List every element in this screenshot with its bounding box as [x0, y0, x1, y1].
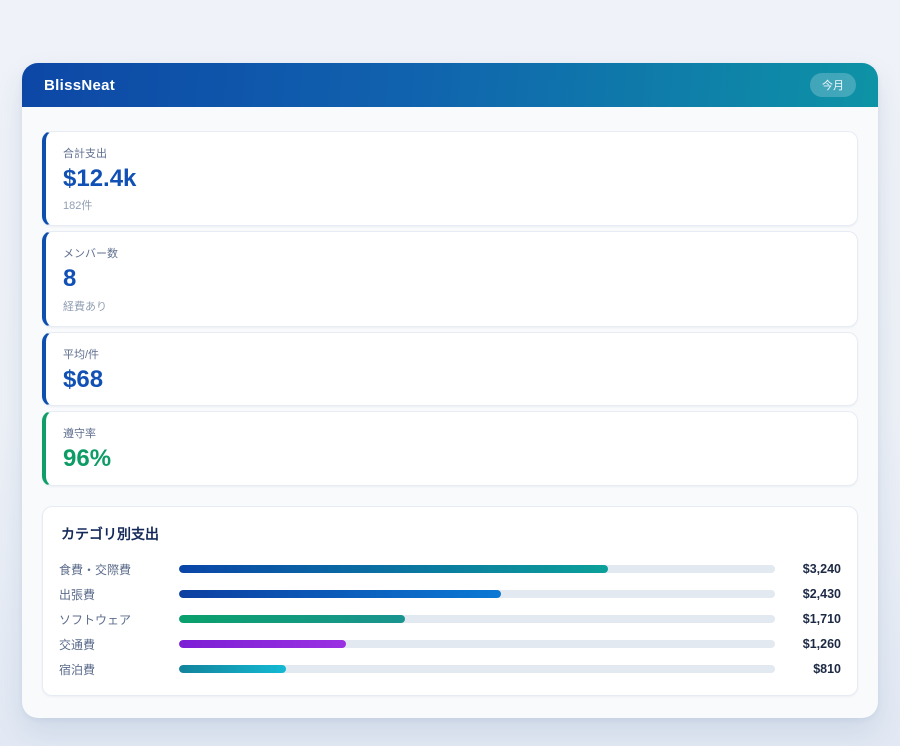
category-bar-fill: [179, 640, 346, 648]
category-value: $810: [785, 662, 841, 676]
category-row: 出張費 $2,430: [59, 582, 841, 607]
category-bar-fill: [179, 590, 501, 598]
category-bar-fill: [179, 565, 608, 573]
stat-card: 遵守率 96%: [42, 411, 858, 485]
stat-value: 8: [63, 266, 840, 292]
category-bar-track: [179, 615, 775, 623]
category-row: ソフトウェア $1,710: [59, 607, 841, 632]
category-spend-card: カテゴリ別支出 食費・交際費 $3,240 出張費 $2,430 ソフトウェア …: [42, 506, 858, 696]
app-header: BlissNeat 今月: [22, 63, 878, 107]
category-bar-track: [179, 565, 775, 573]
category-bar-fill: [179, 615, 405, 623]
app-title: BlissNeat: [44, 77, 115, 94]
stat-sub: 182件: [63, 197, 840, 213]
category-value: $3,240: [785, 562, 841, 576]
category-bar-fill: [179, 665, 286, 673]
category-bar-track: [179, 590, 775, 598]
stat-label: 遵守率: [63, 425, 840, 441]
stat-card: 合計支出 $12.4k 182件: [42, 131, 858, 226]
period-badge[interactable]: 今月: [810, 73, 856, 97]
category-row: 交通費 $1,260: [59, 632, 841, 657]
category-row-list: 食費・交際費 $3,240 出張費 $2,430 ソフトウェア $1,710 交…: [59, 557, 841, 682]
category-bar-track: [179, 640, 775, 648]
category-value: $1,710: [785, 612, 841, 626]
stat-value: 96%: [63, 446, 840, 472]
stat-label: メンバー数: [63, 245, 840, 261]
dashboard-content: 合計支出 $12.4k 182件 メンバー数 8 経費あり 平均/件 $68 遵…: [22, 107, 878, 718]
category-value: $2,430: [785, 587, 841, 601]
category-row: 食費・交際費 $3,240: [59, 557, 841, 582]
category-bar-track: [179, 665, 775, 673]
stat-label: 合計支出: [63, 145, 840, 161]
category-label: ソフトウェア: [59, 611, 179, 628]
stat-label: 平均/件: [63, 346, 840, 362]
dashboard-panel: BlissNeat 今月 合計支出 $12.4k 182件 メンバー数 8 経費…: [22, 63, 878, 718]
stat-value: $68: [63, 367, 840, 393]
category-label: 食費・交際費: [59, 561, 179, 578]
stat-card-list: 合計支出 $12.4k 182件 メンバー数 8 経費あり 平均/件 $68 遵…: [42, 131, 858, 486]
category-section-title: カテゴリ別支出: [61, 524, 841, 544]
category-label: 宿泊費: [59, 661, 179, 678]
stat-card: 平均/件 $68: [42, 332, 858, 406]
stat-value: $12.4k: [63, 166, 840, 192]
category-label: 出張費: [59, 586, 179, 603]
category-label: 交通費: [59, 636, 179, 653]
category-value: $1,260: [785, 637, 841, 651]
category-row: 宿泊費 $810: [59, 657, 841, 682]
stat-sub: 経費あり: [63, 298, 840, 314]
stat-card: メンバー数 8 経費あり: [42, 231, 858, 326]
